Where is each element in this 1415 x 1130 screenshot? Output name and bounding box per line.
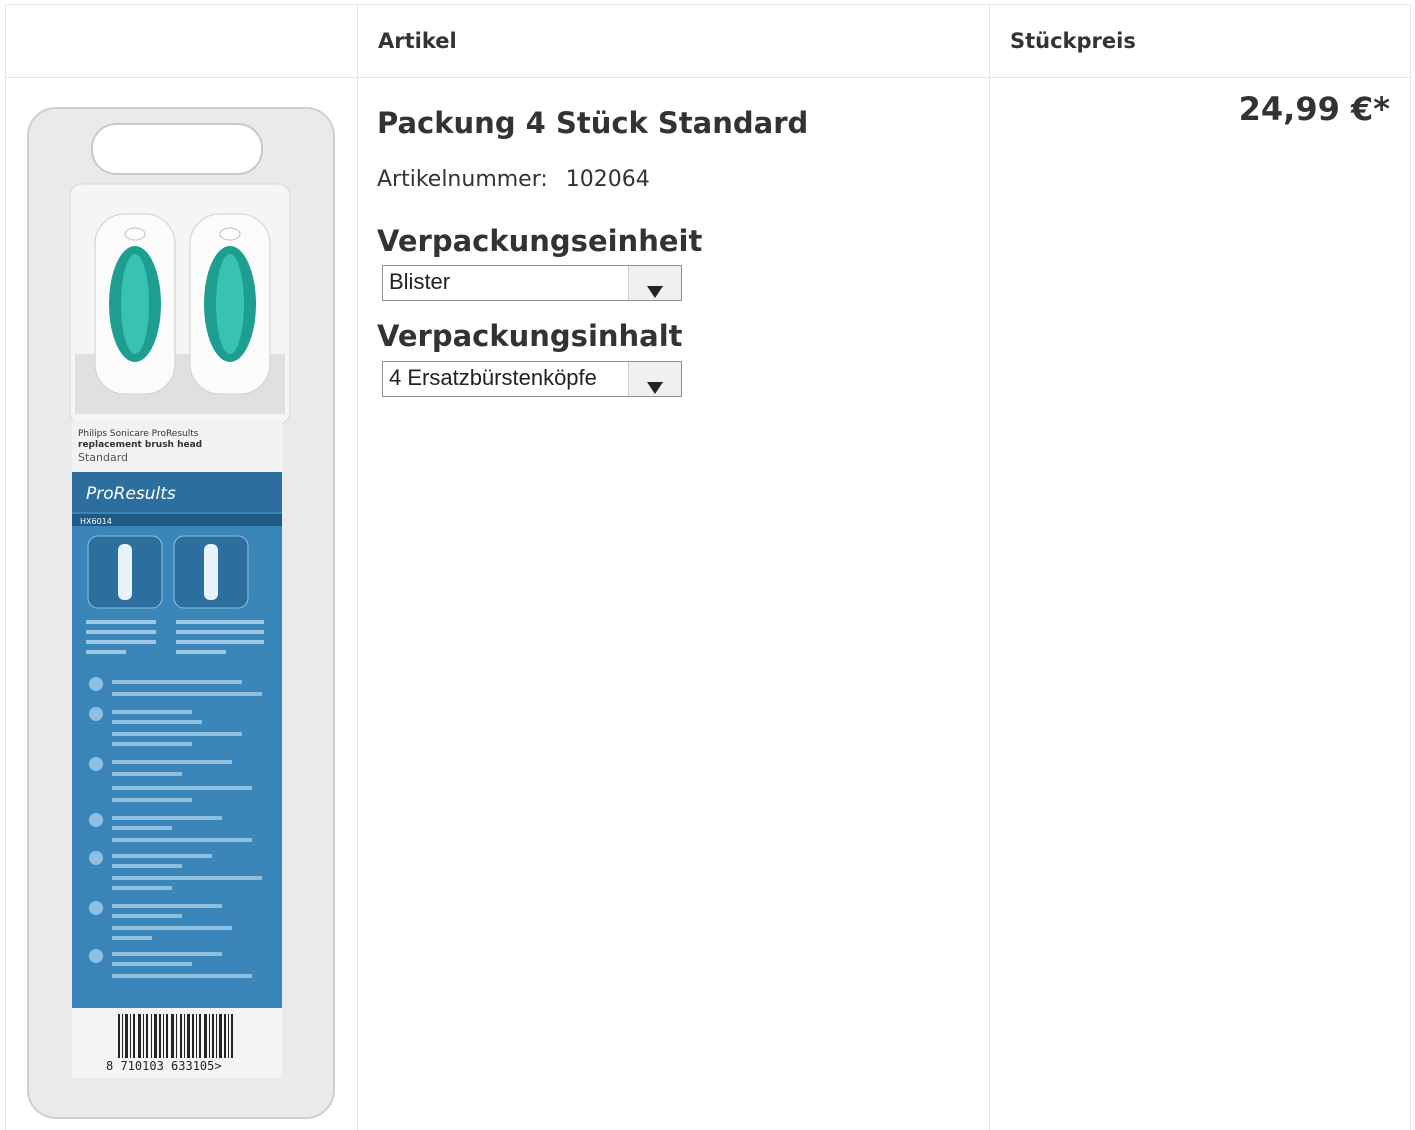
brush-head-right	[189, 213, 271, 395]
product-title[interactable]: Packung 4 Stück Standard	[377, 106, 808, 140]
svg-text:replacement brush head: replacement brush head	[78, 440, 202, 450]
dropdown-toggle[interactable]	[628, 362, 681, 396]
svg-text:Philips Sonicare ProResults: Philips Sonicare ProResults	[78, 429, 199, 439]
svg-text:Standard: Standard	[78, 451, 128, 464]
svg-text:ProResults: ProResults	[86, 484, 176, 504]
header-unit-price: Stückpreis	[1010, 29, 1136, 53]
packaging-unit-select[interactable]: Blister	[382, 265, 682, 301]
chevron-down-icon	[647, 382, 663, 394]
unit-price: 24,99 €*	[1238, 90, 1390, 128]
packaging-unit-label: Verpackungseinheit	[377, 224, 703, 258]
svg-text:HX6014: HX6014	[80, 517, 112, 526]
packaging-content-label: Verpackungsinhalt	[377, 319, 683, 353]
header-article: Artikel	[378, 29, 457, 53]
article-number: Artikelnummer: 102064	[377, 167, 650, 192]
brush-head-left	[94, 213, 176, 395]
packaging-unit-value: Blister	[389, 269, 451, 294]
dropdown-toggle[interactable]	[628, 266, 681, 300]
column-divider	[989, 5, 990, 1130]
article-number-label: Artikelnummer:	[377, 167, 548, 192]
svg-text:8 710103 633105>: 8 710103 633105>	[106, 1059, 222, 1073]
header-divider	[6, 77, 1410, 78]
product-image[interactable]: Philips Sonicare ProResults replacement …	[20, 104, 340, 1120]
article-number-value: 102064	[565, 167, 650, 192]
chevron-down-icon	[647, 286, 663, 298]
packaging-content-select[interactable]: 4 Ersatzbürstenköpfe	[382, 361, 682, 397]
column-divider	[357, 5, 358, 1130]
packaging-content-value: 4 Ersatzbürstenköpfe	[389, 365, 597, 390]
